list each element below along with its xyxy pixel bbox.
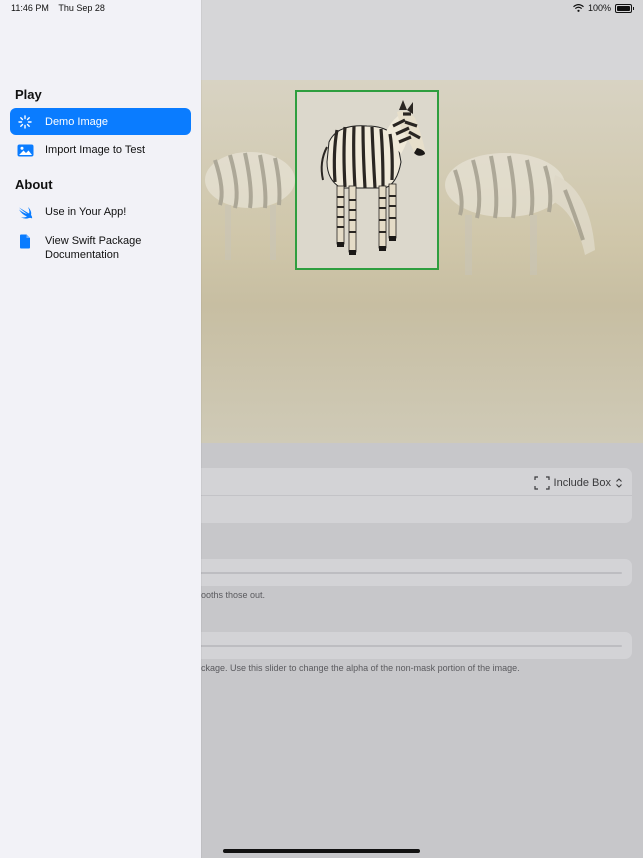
sidebar: Play Demo Image Import Image to Test Abo… — [0, 0, 201, 858]
wifi-icon — [573, 4, 584, 12]
status-bar: 11:46 PM Thu Sep 28 100% — [0, 0, 643, 16]
sidebar-item-label: Use in Your App! — [45, 206, 127, 218]
viewfinder-icon — [533, 476, 550, 490]
status-date: Thu Sep 28 — [58, 3, 105, 13]
include-box-label: Include Box — [553, 477, 611, 489]
battery-percent: 100% — [587, 3, 611, 13]
slider-2-footnote: ckage. Use this slider to change the alp… — [201, 663, 520, 673]
home-indicator[interactable] — [223, 849, 420, 853]
section-title-play: Play — [15, 87, 42, 102]
photo-icon — [16, 143, 34, 157]
alpha-slider[interactable] — [200, 645, 622, 647]
sidebar-item-documentation[interactable]: View Swift Package Documentation — [10, 227, 191, 268]
include-box-picker[interactable]: Include Box — [533, 476, 623, 490]
sidebar-item-import-image[interactable]: Import Image to Test — [10, 136, 191, 163]
sidebar-item-use-in-app[interactable]: Use in Your App! — [10, 198, 191, 225]
sidebar-item-label: Import Image to Test — [45, 144, 146, 156]
section-title-about: About — [15, 177, 53, 192]
sparkle-icon — [16, 115, 34, 129]
background-zebra-right — [445, 153, 595, 275]
sidebar-item-label: View Swift Package Documentation — [45, 235, 142, 261]
slider-1-footnote: ooths those out. — [201, 590, 266, 600]
zebra-cutout — [320, 100, 425, 255]
status-time: 11:46 PM — [11, 3, 49, 13]
document-icon — [16, 234, 34, 248]
chevron-up-down-icon — [616, 478, 622, 488]
sidebar-item-label: Demo Image — [45, 116, 108, 128]
swift-icon — [16, 205, 34, 219]
background-zebra-left — [205, 152, 295, 260]
battery-icon — [615, 3, 634, 13]
slider-1[interactable] — [200, 572, 622, 574]
sidebar-item-demo-image[interactable]: Demo Image — [10, 108, 191, 135]
panel-divider — [188, 495, 632, 496]
detection-box — [295, 90, 439, 270]
